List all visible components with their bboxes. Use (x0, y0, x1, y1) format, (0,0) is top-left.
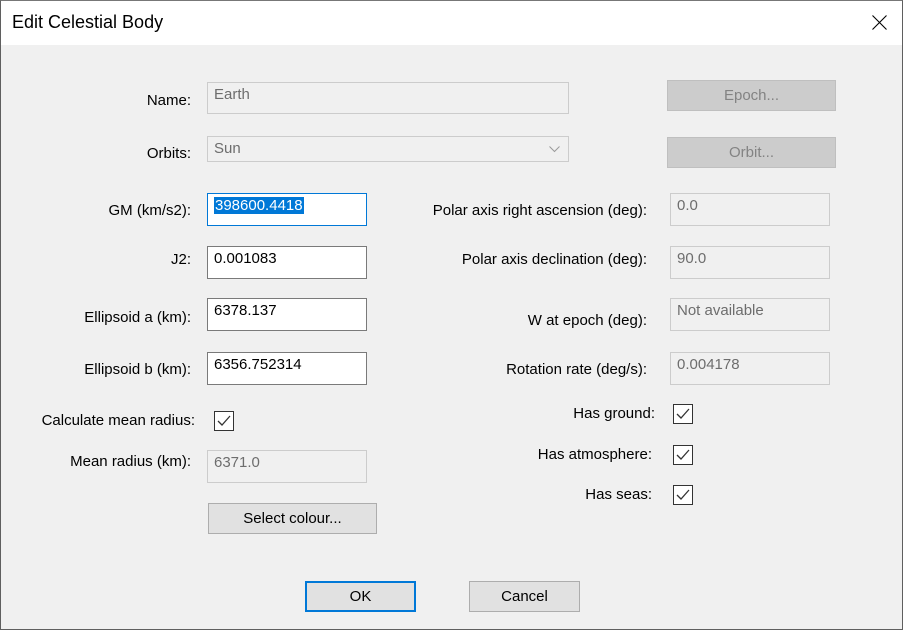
calc-mean-radius-label: Calculate mean radius: (41, 412, 195, 429)
polar-dec-field[interactable]: 90.0 (670, 246, 830, 279)
has-atmosphere-label: Has atmosphere: (537, 446, 652, 463)
dialog-title: Edit Celestial Body (12, 12, 164, 32)
checkmark-icon (676, 449, 690, 460)
rotation-rate-field[interactable]: 0.004178 (670, 352, 830, 385)
chevron-down-icon (549, 146, 560, 153)
orbits-label: Orbits: (146, 145, 191, 162)
gm-value: 398600.4418 (214, 197, 304, 214)
ellipsoid-b-input[interactable]: 6356.752314 (207, 352, 367, 385)
epoch-button[interactable]: Epoch... (667, 80, 836, 111)
checkmark-icon (676, 489, 690, 500)
close-icon (872, 15, 887, 30)
cancel-button[interactable]: Cancel (469, 581, 580, 612)
has-seas-label: Has seas: (585, 486, 652, 503)
has-ground-checkbox[interactable] (673, 404, 693, 424)
polar-ra-label: Polar axis right ascension (deg): (432, 202, 647, 219)
has-ground-label: Has ground: (573, 405, 655, 422)
has-atmosphere-checkbox[interactable] (673, 445, 693, 465)
title-bar: Edit Celestial Body (1, 1, 902, 45)
name-label: Name: (146, 92, 191, 109)
checkmark-icon (217, 415, 231, 426)
orbits-selected-value: Sun (214, 140, 241, 157)
mean-radius-label: Mean radius (km): (70, 453, 191, 470)
mean-radius-field[interactable]: 6371.0 (207, 450, 367, 483)
orbits-dropdown[interactable]: Sun (207, 136, 569, 162)
w-epoch-field[interactable]: Not available (670, 298, 830, 331)
name-field[interactable]: Earth (207, 82, 569, 114)
edit-celestial-body-dialog: Edit Celestial Body Name: Earth Epoch...… (0, 0, 903, 630)
select-colour-button[interactable]: Select colour... (208, 503, 377, 534)
ellipsoid-a-label: Ellipsoid a (km): (84, 309, 191, 326)
w-epoch-label: W at epoch (deg): (527, 312, 647, 329)
checkmark-icon (676, 408, 690, 419)
gm-label: GM (km/s2): (108, 202, 192, 219)
polar-dec-label: Polar axis declination (deg): (461, 251, 647, 268)
calc-mean-radius-checkbox[interactable] (214, 411, 234, 431)
close-button[interactable] (856, 1, 902, 45)
gm-input[interactable]: 398600.4418 (207, 193, 367, 226)
ok-button[interactable]: OK (305, 581, 416, 612)
j2-input[interactable]: 0.001083 (207, 246, 367, 279)
ellipsoid-b-label: Ellipsoid b (km): (84, 361, 191, 378)
rotation-rate-label: Rotation rate (deg/s): (506, 361, 647, 378)
j2-label: J2: (170, 251, 191, 268)
polar-ra-field[interactable]: 0.0 (670, 193, 830, 226)
orbit-button[interactable]: Orbit... (667, 137, 836, 168)
has-seas-checkbox[interactable] (673, 485, 693, 505)
ellipsoid-a-input[interactable]: 6378.137 (207, 298, 367, 331)
